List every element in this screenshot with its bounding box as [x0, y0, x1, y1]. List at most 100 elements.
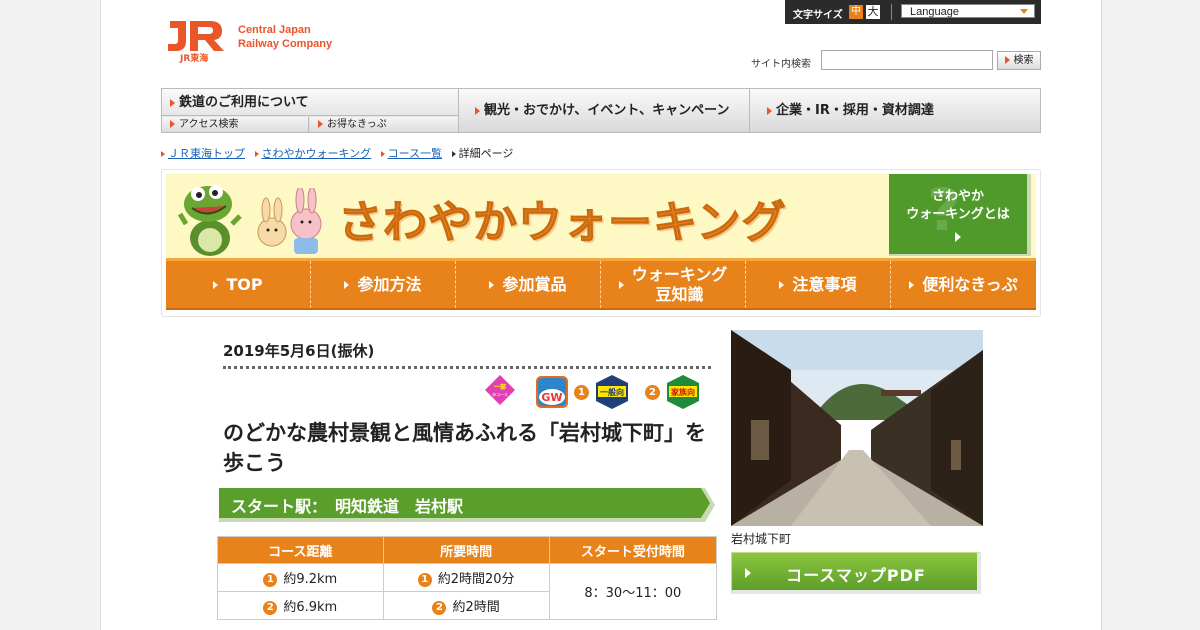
logo-line2: Railway Company [238, 38, 333, 50]
chevron-down-icon [1020, 9, 1028, 14]
course-info-table: コース距離 所要時間 スタート受付時間 1 約9.2km 1 約2時間20分 8：3… [217, 536, 718, 620]
duration-cell: 2 約2時間 [382, 591, 550, 620]
font-size-large-button[interactable]: 大 [866, 5, 880, 19]
nav-subitem-discount-tickets[interactable]: お得なきっぷ [310, 117, 458, 132]
nav-item-rail[interactable]: 鉄道のご利用について [162, 89, 458, 116]
breadcrumb-current: 詳細ページ [458, 147, 514, 160]
frog-mascot-icon [178, 185, 242, 256]
event-date: 2019年5月6日(振休) [223, 342, 375, 360]
menu-item-label: TOP [226, 274, 263, 294]
header-distance: コース距離 [217, 536, 384, 564]
arrow-right-icon [489, 280, 495, 289]
nav-subitem-access-search[interactable]: アクセス検索 [162, 117, 309, 132]
reception-time-cell: 8：30～11：00 [548, 563, 718, 620]
menu-item-notes[interactable]: 注意事項 [746, 261, 891, 308]
menu-item-label: 参加方法 [357, 274, 422, 294]
logo-line1: Central Japan [238, 24, 311, 36]
row-number: 1 [263, 572, 278, 587]
town-photo [731, 330, 983, 526]
arrow-right-icon [170, 120, 175, 128]
nav-item-sightseeing[interactable]: 観光・おでかけ、イベント、キャンペーン [459, 89, 750, 132]
family-badge-label: 家族向 [671, 387, 695, 397]
duration-value: 約2時間 [452, 600, 500, 615]
nav-rail-group: 鉄道のご利用について アクセス検索 お得なきっぷ [162, 89, 459, 132]
partial-course-badge-icon: 一部 歩コース [485, 375, 515, 405]
breadcrumb-link-course-list[interactable]: コース一覧 [388, 147, 442, 160]
breadcrumb: ＪＲ東海トップ さわやかウォーキング コース一覧 詳細ページ [161, 147, 519, 161]
menu-item-walking-tips[interactable]: ウォーキング 豆知識 [601, 261, 746, 308]
course-map-pdf-button[interactable]: コースマップPDF [731, 552, 985, 598]
search-input[interactable] [821, 50, 993, 70]
distance-cell: 2 約6.9km [217, 591, 384, 620]
page-container: JR東海 Central Japan Railway Company 文字サイズ… [100, 0, 1102, 630]
golden-week-badge-icon: GW [536, 376, 568, 408]
arrow-right-icon [344, 280, 350, 289]
menu-item-label: 注意事項 [792, 274, 857, 294]
nav-subitem-label: アクセス検索 [179, 119, 239, 130]
menu-item-label: 参加賞品 [502, 274, 567, 294]
course-title: のどかな農村景観と風情あふれる「岩村城下町」を歩こう [223, 421, 706, 475]
breadcrumb-arrow-icon [254, 151, 259, 157]
course-badges: 一部 歩コース GW 1 一般向 2 家族向 [485, 375, 705, 411]
row-number: 2 [432, 600, 447, 615]
row-number: 1 [417, 572, 432, 587]
distance-value: 約9.2km [283, 572, 338, 587]
about-line1: さわやか [931, 189, 984, 204]
logo-company-name: Central Japan Railway Company [238, 23, 332, 51]
menu-item-prizes[interactable]: 参加賞品 [456, 261, 601, 308]
menu-item-top[interactable]: TOP [166, 261, 311, 308]
search-button-label: 検索 [1013, 55, 1034, 66]
arrow-right-icon [767, 106, 772, 115]
duration-value: 約2時間20分 [437, 572, 515, 587]
about-line2: ウォーキングとは [906, 207, 1010, 222]
nav-subitem-label: お得なきっぷ [327, 119, 387, 130]
font-size-label: 文字サイズ [793, 10, 843, 21]
distance-cell: 1 約9.2km [217, 563, 384, 592]
breadcrumb-arrow-icon [380, 151, 385, 157]
town-street-image [731, 330, 983, 526]
breadcrumb-link-jr-top[interactable]: ＪＲ東海トップ [168, 147, 245, 160]
breadcrumb-link-walking[interactable]: さわやかウォーキング [262, 147, 372, 160]
arrow-right-icon [955, 232, 961, 242]
gw-badge-label: GW [541, 391, 562, 404]
language-select[interactable]: Language [901, 4, 1035, 18]
header-reception: スタート受付時間 [548, 536, 718, 564]
about-walking-button[interactable]: ? さわやか ウォーキングとは [889, 174, 1031, 256]
arrow-right-icon [475, 106, 480, 115]
table-header-row: コース距離 所要時間 スタート受付時間 [217, 536, 718, 564]
start-station-label: スタート駅： 明知鉄道 岩村駅 [231, 497, 464, 516]
arrow-right-icon [213, 280, 219, 289]
map-button-label: コースマップPDF [786, 566, 926, 585]
language-select-value: Language [910, 6, 959, 18]
font-size-medium-button[interactable]: 中 [849, 5, 863, 19]
menu-item-tickets[interactable]: 便利なきっぷ [891, 261, 1036, 308]
breadcrumb-arrow-icon [161, 151, 165, 157]
search-button[interactable]: 検索 [997, 51, 1041, 70]
partial-badge-line1: 一部 [494, 383, 506, 391]
walking-menu: TOP 参加方法 参加賞品 ウォーキング 豆知識 注意事項 便利なきっぷ [166, 258, 1036, 310]
arrow-right-icon [909, 280, 915, 289]
family-badge-icon: 家族向 [667, 375, 699, 409]
dotted-divider [223, 366, 711, 369]
about-button-label: さわやか ウォーキングとは [889, 188, 1027, 224]
partial-badge-line2: 歩コース [492, 391, 508, 397]
breadcrumb-arrow-icon [451, 151, 456, 157]
arrow-right-icon [618, 280, 624, 289]
divider [891, 4, 892, 20]
header-duration: 所要時間 [382, 536, 550, 564]
nav-item-corporate[interactable]: 企業・IR・採用・資材調達 [751, 89, 1040, 132]
arrow-right-icon [779, 280, 785, 289]
arrow-right-icon [318, 120, 323, 128]
menu-item-how-to-join[interactable]: 参加方法 [311, 261, 456, 308]
menu-item-label-line1: ウォーキング [631, 264, 728, 284]
nav-item-label: 鉄道のご利用について [179, 95, 309, 110]
arrow-right-icon [1004, 56, 1010, 64]
menu-item-label: ウォーキング 豆知識 [632, 265, 728, 305]
arrow-right-icon [170, 98, 175, 107]
photo-caption: 岩村城下町 [731, 532, 792, 546]
course-1-number: 1 [574, 385, 589, 400]
distance-value: 約6.9km [283, 600, 338, 615]
jr-central-logo[interactable]: JR東海 Central Japan Railway Company [166, 17, 356, 65]
banner-header: さわやかウォーキング ? さわやか ウォーキングとは [166, 174, 1036, 258]
menu-item-label-line2: 豆知識 [655, 284, 704, 304]
